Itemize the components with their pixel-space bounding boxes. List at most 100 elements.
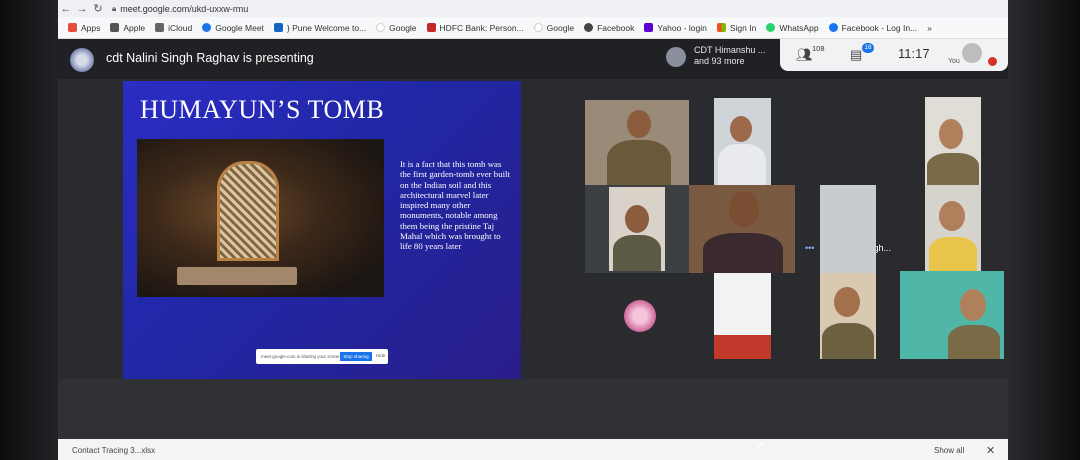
slide-title: HUMAYUN’S TOMB <box>140 95 385 124</box>
forward-icon[interactable]: → <box>74 3 90 15</box>
meet-top-bar: cdt Nalini Singh Raghav is presenting CD… <box>58 39 1008 79</box>
url-text[interactable]: meet.google.com/ukd-uxxw-rmu <box>120 4 248 14</box>
participant-tile[interactable] <box>714 98 771 186</box>
meet-stage: HUMAYUN’S TOMB It is a fact that this to… <box>58 79 1008 379</box>
avatar[interactable] <box>962 43 982 63</box>
yahoo-icon <box>644 23 654 32</box>
bookmark-label: Google <box>389 22 417 33</box>
participant-face <box>730 116 752 142</box>
participant-face <box>627 110 651 138</box>
bookmark-pune[interactable]: } Pune Welcome to... <box>273 22 367 33</box>
mouse-cursor-icon: ➚ <box>756 439 766 451</box>
participant-avatar[interactable] <box>624 300 656 332</box>
whatsapp-icon <box>766 23 776 32</box>
google-icon <box>533 23 543 32</box>
bookmark-sign-in[interactable]: Sign In <box>716 22 757 33</box>
back-icon[interactable]: ← <box>58 3 74 15</box>
bookmark-label: Apps <box>81 22 101 33</box>
bookmarks-overflow[interactable]: » <box>927 23 932 33</box>
bookmark-google[interactable]: Google <box>376 22 417 33</box>
lock-icon: 🔒︎ <box>112 3 117 13</box>
participant-face <box>729 191 759 227</box>
speaking-indicator-icon: ••• <box>805 243 815 253</box>
you-label: You <box>948 58 960 65</box>
participant-body <box>927 153 979 185</box>
participant-body <box>822 323 874 359</box>
people-icon[interactable]: 👥︎ <box>796 47 813 63</box>
participant-face <box>625 205 649 233</box>
bookmarks-bar: Apps Apple iCloud Google Meet } Pune Wel… <box>58 17 1008 39</box>
download-shelf: Contact Tracing 3...xlsx Show all ✕ <box>58 439 1008 460</box>
participant-tile[interactable] <box>820 185 876 273</box>
meet-controls-panel: 👥︎ 108 ▤ 16 11:17 You <box>780 39 1008 71</box>
bookmark-label: Apple <box>123 22 146 33</box>
participant-body <box>718 144 766 186</box>
participant-tile[interactable] <box>689 185 795 273</box>
bookmark-icloud[interactable]: iCloud <box>155 23 192 33</box>
participant-video <box>609 187 665 271</box>
bookmark-facebook[interactable]: Facebook <box>584 23 634 33</box>
bookmark-label: WhatsApp <box>779 22 819 33</box>
bookmark-whatsapp[interactable]: WhatsApp <box>766 22 819 33</box>
clock: 11:17 <box>898 46 930 61</box>
bookmark-hdfc[interactable]: HDFC Bank: Person... <box>426 22 524 33</box>
screen-share-bar: meet.google.com is sharing your screen S… <box>256 349 388 364</box>
address-bar: ← → ↻ 🔒︎ meet.google.com/ukd-uxxw-rmu <box>58 0 1008 17</box>
participant-video <box>714 335 771 359</box>
participants-summary[interactable]: CDT Himanshu ... and 93 more <box>694 45 765 67</box>
download-item[interactable]: Contact Tracing 3...xlsx <box>72 446 155 455</box>
bookmark-label: Facebook - Log In... <box>841 22 918 33</box>
presentation-slide: HUMAYUN’S TOMB It is a fact that this to… <box>123 81 521 379</box>
bookmark-label: Google Meet <box>215 22 264 33</box>
participant-face <box>834 287 860 317</box>
bookmark-apps[interactable]: Apps <box>68 23 100 33</box>
bookmark-yahoo[interactable]: Yahoo - login <box>644 22 707 33</box>
reload-icon[interactable]: ↻ <box>90 2 106 15</box>
participants-count: 108 <box>812 44 825 53</box>
apple-icon <box>155 23 165 32</box>
participant-body <box>613 235 661 271</box>
participant-tile[interactable] <box>820 273 876 359</box>
bookmark-label: } Pune Welcome to... <box>286 22 367 33</box>
jali-window-image <box>217 161 279 261</box>
notification-badge <box>988 57 997 66</box>
hide-button[interactable]: Hide <box>376 353 385 358</box>
cenotaph-image <box>177 267 297 285</box>
bookmark-label: Sign In <box>729 22 757 33</box>
hdfc-icon <box>426 23 436 32</box>
globe-icon <box>584 23 594 32</box>
laptop-screen: ← → ↻ 🔒︎ meet.google.com/ukd-uxxw-rmu Ap… <box>58 0 1008 460</box>
apps-grid-icon <box>68 23 77 32</box>
avatar <box>666 47 686 67</box>
bookmark-facebook-login[interactable]: Facebook - Log In... <box>828 22 918 33</box>
chat-count-badge: 16 <box>862 43 874 53</box>
tomb-photo <box>137 139 384 297</box>
participant-tile[interactable] <box>900 271 1004 359</box>
presenting-banner: cdt Nalini Singh Raghav is presenting <box>106 51 314 65</box>
photo-frame: ← → ↻ 🔒︎ meet.google.com/ukd-uxxw-rmu Ap… <box>0 0 1080 460</box>
stop-sharing-button[interactable]: Stop sharing <box>340 352 372 361</box>
show-all-button[interactable]: Show all <box>934 446 964 455</box>
participant-tile[interactable] <box>925 97 981 185</box>
bookmark-apple[interactable]: Apple <box>110 23 145 33</box>
participant-face <box>960 289 986 321</box>
participant-tile[interactable] <box>925 185 981 271</box>
bookmark-label: Yahoo - login <box>657 22 707 33</box>
participant-tile[interactable] <box>585 100 689 186</box>
close-icon[interactable]: ✕ <box>986 444 995 457</box>
bookmark-label: Facebook <box>597 22 635 33</box>
participant-tile[interactable] <box>585 185 689 273</box>
bookmark-label: HDFC Bank: Person... <box>439 22 524 33</box>
site-icon <box>273 23 283 32</box>
bookmark-label: iCloud <box>168 22 193 33</box>
participant-body <box>929 237 977 271</box>
facebook-icon <box>828 23 838 32</box>
share-text: meet.google.com is sharing your screen <box>261 354 341 359</box>
presenter-avatar <box>70 48 94 72</box>
bookmark-google-meet[interactable]: Google Meet <box>202 23 264 33</box>
bookmark-google-2[interactable]: Google <box>533 23 574 33</box>
meet-bottom-area <box>58 379 1008 439</box>
participant-body <box>703 233 783 273</box>
chat-icon[interactable]: ▤ <box>850 47 862 63</box>
participant-tile[interactable] <box>714 273 771 359</box>
